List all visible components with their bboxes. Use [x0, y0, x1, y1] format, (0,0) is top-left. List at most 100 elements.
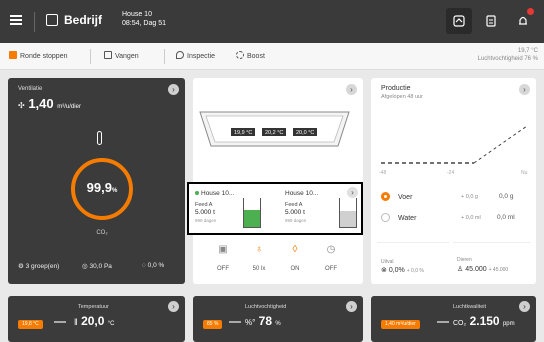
silo-days: 999 dagen — [285, 218, 307, 223]
outside-humidity: Luchtvochtigheid 76 % — [477, 56, 538, 62]
clock-icon: ◷ — [326, 244, 336, 255]
temperature-setpoint-badge: 19,8 °C — [18, 320, 43, 329]
co2-unit: % — [111, 188, 118, 194]
stop-icon — [9, 51, 17, 59]
groups-count: 3 groep(en) — [25, 263, 60, 270]
air-quality-setpoint-badge: 1,40 m³/u/dier — [381, 320, 420, 329]
dieren-delta: + 45.000 — [488, 267, 509, 273]
uitval-delta: + 0,0 % — [406, 268, 424, 274]
house-view-button[interactable] — [446, 8, 472, 34]
sensor-temp-1: 19,9 °C — [230, 127, 257, 137]
tab-label: Inspectie — [187, 53, 216, 60]
silo-1[interactable]: House 10... Feed A 5.000 t 999 dagen — [191, 188, 271, 232]
open-arrow-icon[interactable]: › — [519, 301, 530, 312]
silo-fill — [340, 211, 356, 227]
status-dot-icon — [195, 191, 199, 195]
ventilation-card[interactable]: › Ventilatie ✣ 1,40 m³/u/dier 99,9% CO₂ … — [8, 78, 185, 284]
report-button[interactable] — [478, 8, 504, 34]
silo-2[interactable]: House 10... Feed A 5.000 t 999 dagen — [281, 188, 361, 232]
silo-name-text: House 10... — [201, 190, 235, 197]
company-icon — [46, 14, 58, 26]
heating-info: ◌ 0,0 % — [142, 262, 165, 269]
bell-icon — [519, 16, 527, 25]
timer-status[interactable]: ◷ OFF — [311, 244, 351, 272]
production-chart — [381, 125, 528, 164]
divider — [34, 12, 35, 32]
silo-days: 999 dagen — [195, 218, 217, 223]
silo-fill — [244, 209, 260, 227]
tab-label: Boost — [247, 53, 265, 60]
silo-tank-icon — [243, 198, 261, 228]
top-bar: Bedrijf House 10 08:54, Dag 51 — [0, 0, 544, 43]
humidity-title: Luchtvochtigheid — [245, 304, 287, 310]
ventilation-number: 1,40 — [28, 96, 54, 111]
production-title: Productie — [381, 85, 411, 92]
radio-selected-icon — [381, 192, 390, 201]
equals-icon — [437, 321, 449, 323]
temperature-unit: °C — [107, 321, 115, 327]
production-subtitle: Afgelopen 48 uur — [381, 94, 423, 100]
feeder-status-text: OFF — [217, 266, 229, 272]
air-quality-unit: ppm — [502, 321, 515, 327]
equals-icon — [54, 321, 66, 323]
lightbulb-icon: ♁ — [255, 244, 263, 255]
air-quality-value: CO₂ 2.150 ppm — [453, 314, 515, 328]
light-status[interactable]: ♁ 50 lx — [239, 244, 279, 272]
heating-value: 0,0 % — [147, 262, 165, 269]
house-info: 08:54, Dag 51 — [122, 20, 166, 27]
co2-label: CO₂ — [96, 230, 108, 236]
company-name[interactable]: Bedrijf — [64, 13, 102, 27]
silo-tank-icon — [339, 198, 357, 228]
tab-ronde-stoppen[interactable]: Ronde stoppen — [9, 51, 67, 60]
open-arrow-icon[interactable]: › — [519, 84, 530, 95]
voer-option[interactable]: Voer — [381, 192, 412, 201]
light-status-text: 50 lx — [252, 266, 266, 272]
co2-value: 99,9% — [71, 180, 133, 195]
radio-icon — [381, 213, 390, 222]
dieren-value: ♙ 45.000 + 45.000 — [457, 266, 509, 273]
water-status[interactable]: ◊ ON — [275, 244, 315, 272]
water-status-text: ON — [290, 266, 300, 272]
water-total: 0,0 ml — [497, 214, 515, 221]
dieren-summary[interactable]: Dieren ♙ 45.000 + 45.000 — [453, 242, 531, 278]
silo-amount: 5.000 t — [285, 209, 305, 216]
sensor-temp-2: 20,2 °C — [261, 127, 288, 137]
open-arrow-icon[interactable]: › — [168, 301, 179, 312]
water-option[interactable]: Water — [381, 213, 416, 222]
tab-inspectie[interactable]: Inspectie — [176, 51, 215, 60]
location-icon — [176, 51, 184, 59]
water-label: Water — [398, 215, 417, 222]
house-icon — [453, 15, 465, 27]
menu-icon[interactable] — [10, 15, 22, 25]
silo-feed: Feed A — [195, 202, 213, 208]
feeder-status[interactable]: ▣ OFF — [203, 244, 243, 272]
alarm-button[interactable] — [510, 8, 536, 34]
open-arrow-icon[interactable]: › — [168, 84, 179, 95]
thermometer-icon — [97, 131, 102, 145]
axis-label-start: -48 — [379, 170, 387, 176]
silo-name-text: House 10... — [285, 190, 319, 197]
humidity-icon: %° — [245, 318, 256, 327]
humidity-number: 78 — [258, 314, 273, 328]
production-card[interactable]: › Productie Afgelopen 48 uur -48 -24 Nu … — [371, 78, 536, 284]
pressure-value: 30,0 Pa — [89, 263, 112, 270]
thermometer-icon: ǁ — [74, 317, 78, 327]
outside-temp: 19,7 °C — [517, 48, 538, 54]
pressure-info: ◎ 30,0 Pa — [82, 263, 112, 270]
humidity-card[interactable]: › Luchtvochtigheid 85 % %° 78 % — [193, 296, 363, 342]
air-quality-card[interactable]: › Luchtkwaliteit 1,40 m³/u/dier CO₂ 2.15… — [371, 296, 536, 342]
tab-vangen[interactable]: Vangen — [104, 51, 139, 60]
open-arrow-icon[interactable]: › — [346, 301, 357, 312]
weather-info: 19,7 °C Luchtvochtigheid 76 % — [478, 47, 538, 63]
temperature-card[interactable]: › Temperatuur 19,8 °C ǁ 20,0 °C — [8, 296, 185, 342]
alarm-badge — [527, 8, 534, 15]
humidity-value: %° 78 % — [245, 314, 281, 328]
tab-boost[interactable]: Boost — [236, 51, 265, 60]
air-quality-number: 2.150 — [469, 314, 500, 328]
open-arrow-icon[interactable]: › — [346, 84, 357, 95]
co2-icon: CO₂ — [453, 320, 467, 327]
divider — [164, 49, 165, 64]
house-selector[interactable]: House 10 08:54, Dag 51 — [122, 10, 166, 28]
action-bar: Ronde stoppen Vangen Inspectie Boost 19,… — [0, 43, 544, 70]
uitval-summary[interactable]: Uitval ⊗ 0,0% + 0,0 % — [377, 242, 449, 278]
